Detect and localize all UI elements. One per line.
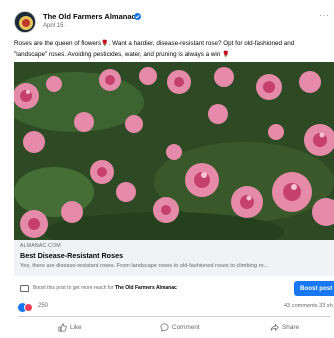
link-preview[interactable]: ALMANAC.COM Best Disease-Resistant Roses… <box>14 240 334 276</box>
facebook-post-card: The Old Farmers Almanac April 15 · ··· R… <box>0 0 334 338</box>
page-avatar[interactable] <box>14 11 36 33</box>
love-reaction-icon[interactable] <box>24 303 33 312</box>
rose-emoji-icon: 🌹 <box>101 41 109 47</box>
boost-text: Boost this post to get more reach for Th… <box>33 285 177 291</box>
post-caption: Roses are the queen of flowers🌹. Want a … <box>14 39 332 60</box>
comment-button[interactable]: Comment <box>160 320 200 336</box>
comment-label: Comment <box>172 324 200 331</box>
more-options-icon[interactable]: ··· <box>319 11 330 20</box>
post-photo-roses[interactable] <box>14 62 334 240</box>
thumbs-up-icon <box>58 323 67 332</box>
comment-bubble-icon <box>160 323 169 332</box>
boost-post-button[interactable]: Boost post <box>294 281 334 296</box>
caption-text-1: Roses are the queen of flowers <box>14 40 102 47</box>
reaction-count[interactable]: 250 <box>38 303 48 309</box>
rose-emoji-icon: 🌹 <box>222 51 230 58</box>
share-label: Share <box>282 324 300 331</box>
verified-badge-icon <box>134 13 141 20</box>
link-domain: ALMANAC.COM <box>20 243 61 249</box>
boost-stats-icon <box>20 285 29 292</box>
link-description: Yes, there are disease-resistant roses. … <box>20 263 269 269</box>
comments-count[interactable]: 43 comments 33 sh <box>284 303 333 309</box>
caption-text-1b: . Want a hardier, disease-resistant rose… <box>108 40 295 47</box>
reactions-bar: 250 43 comments 33 sh <box>14 302 334 314</box>
post-header: The Old Farmers Almanac April 15 · ··· <box>14 11 329 37</box>
like-label: Like <box>70 324 82 331</box>
like-button[interactable]: Like <box>58 320 82 336</box>
post-actions: Like Comment Share <box>14 320 334 336</box>
share-arrow-icon <box>270 323 279 331</box>
post-timestamp[interactable]: April 15 · <box>43 23 67 29</box>
share-button[interactable]: Share <box>270 320 299 336</box>
link-title[interactable]: Best Disease-Resistant Roses <box>20 251 123 260</box>
boost-prompt: Boost this post to get more reach for Th… <box>14 280 334 298</box>
caption-text-2: "landscape" roses. Avoiding pesticides, … <box>14 50 221 58</box>
divider <box>18 316 330 317</box>
page-name-link[interactable]: The Old Farmers Almanac <box>43 12 136 21</box>
